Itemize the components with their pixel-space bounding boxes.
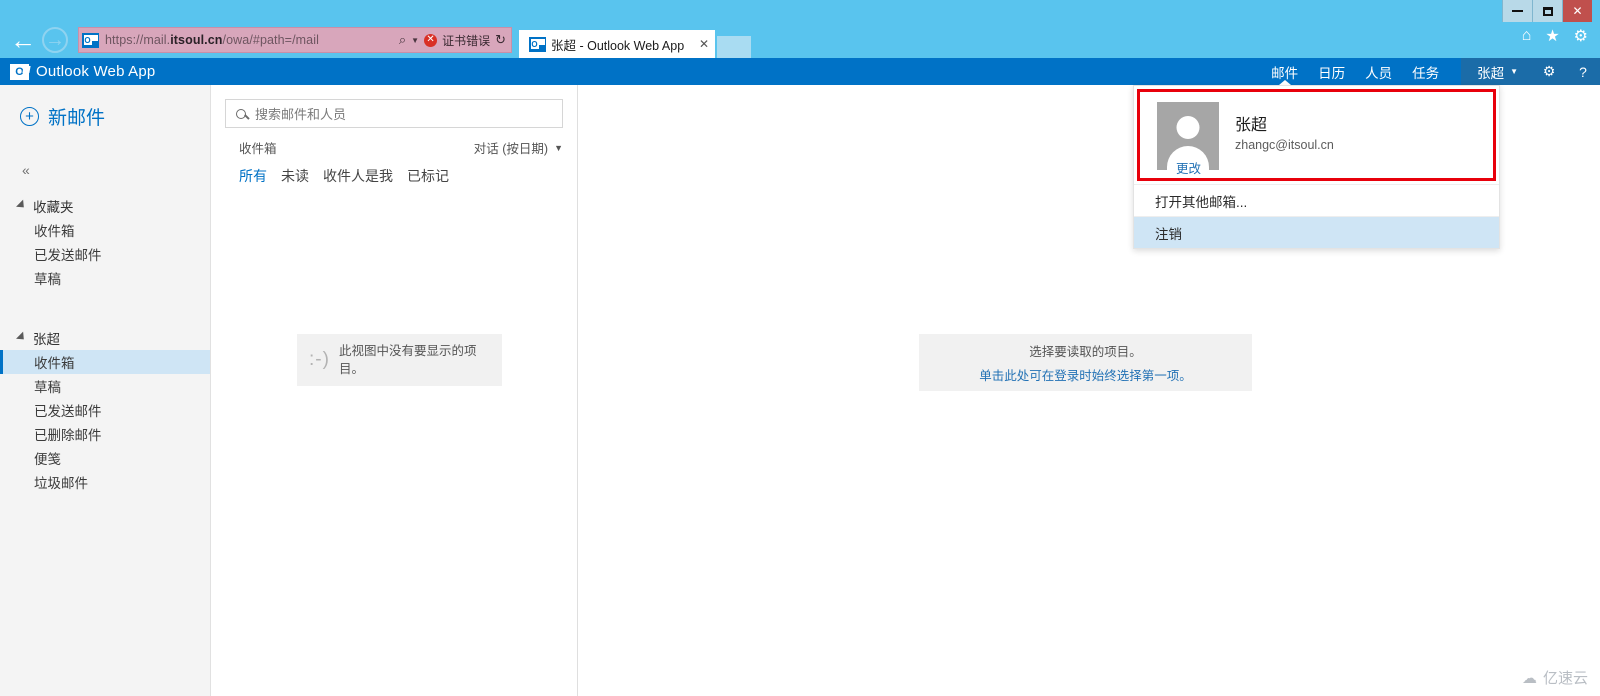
- account-dropdown-panel: 张超 zhangc@itsoul.cn 更改 打开其他邮箱... 注销: [1133, 85, 1500, 249]
- new-mail-label: 新邮件: [48, 108, 106, 129]
- outlook-logo-icon: O: [10, 63, 29, 80]
- favorites-icon[interactable]: ★: [1545, 26, 1559, 46]
- browser-chrome: ✕ ← → O https://mail.itsoul.cn/owa/#path…: [0, 0, 1600, 58]
- browser-settings-icon[interactable]: ⚙: [1574, 26, 1588, 46]
- folder-group-favorites: 收藏夹 收件箱 已发送邮件 草稿: [0, 194, 210, 290]
- sign-out-item[interactable]: 注销: [1134, 216, 1499, 248]
- sidebar-item-inbox[interactable]: 收件箱: [0, 350, 210, 374]
- back-button[interactable]: ←: [6, 23, 40, 57]
- sort-control[interactable]: 对话 (按日期) ▼: [474, 138, 563, 157]
- settings-gear-icon[interactable]: ⚙: [1532, 58, 1566, 85]
- avatar-head-shape: [1176, 116, 1200, 139]
- account-card-wrapper: 张超 zhangc@itsoul.cn 更改: [1134, 86, 1499, 184]
- tab-title: 张超 - Outlook Web App: [551, 38, 685, 53]
- collapse-sidebar-icon[interactable]: «: [22, 162, 210, 178]
- account-email: zhangc@itsoul.cn: [1235, 138, 1334, 152]
- cloud-icon: ☁: [1521, 669, 1537, 687]
- reading-pane-empty: 选择要读取的项目。 单击此处可在登录时始终选择第一项。: [919, 334, 1252, 391]
- address-bar[interactable]: O https://mail.itsoul.cn/owa/#path=/mail…: [78, 27, 512, 53]
- account-name: 张超: [1235, 117, 1268, 134]
- account-meta: 张超 zhangc@itsoul.cn: [1235, 102, 1334, 152]
- window-close-button[interactable]: ✕: [1562, 0, 1592, 22]
- outlook-favicon-icon: O: [82, 32, 99, 48]
- sidebar-item-drafts[interactable]: 草稿: [0, 374, 210, 398]
- reload-icon[interactable]: ↻: [495, 32, 506, 48]
- folder-group-title: 张超: [33, 332, 60, 347]
- filter-flagged[interactable]: 已标记: [407, 166, 449, 186]
- window-maximize-button[interactable]: [1532, 0, 1562, 22]
- watermark-text: 亿速云: [1542, 670, 1588, 687]
- filter-unread[interactable]: 未读: [281, 166, 309, 186]
- sidebar-item-favorites-drafts[interactable]: 草稿: [0, 266, 210, 290]
- sidebar-item-favorites-sent[interactable]: 已发送邮件: [0, 242, 210, 266]
- certificate-error-label[interactable]: 证书错误: [442, 32, 490, 49]
- forward-button[interactable]: →: [42, 27, 68, 53]
- sort-label: 对话 (按日期): [473, 142, 549, 156]
- filter-tabs: 所有 未读 收件人是我 已标记: [211, 157, 577, 186]
- empty-list-message: :-) 此视图中没有要显示的项目。: [297, 334, 502, 386]
- folder-group-mailbox: 张超 收件箱 草稿 已发送邮件 已删除邮件 便笺 垃圾邮件: [0, 326, 210, 494]
- tab-favicon-icon: O: [529, 36, 546, 52]
- new-tab-button[interactable]: [717, 36, 751, 58]
- current-folder-label: 收件箱: [239, 142, 277, 156]
- browser-toolbar-icons: ⌂ ★ ⚙: [1522, 26, 1588, 46]
- window-minimize-button[interactable]: [1502, 0, 1532, 22]
- account-menu-button[interactable]: 张超 ▼: [1461, 58, 1532, 85]
- sidebar: + 新邮件 « 收藏夹 收件箱 已发送邮件 草稿 张超 收件箱 草稿 已发送邮件…: [0, 85, 211, 696]
- sidebar-item-notes[interactable]: 便笺: [0, 446, 210, 470]
- nav-item-mail[interactable]: 邮件: [1261, 58, 1308, 85]
- help-icon[interactable]: ?: [1566, 58, 1600, 85]
- browser-navigation-bar: ← → O https://mail.itsoul.cn/owa/#path=/…: [0, 22, 1600, 58]
- nav-item-tasks[interactable]: 任务: [1402, 58, 1449, 85]
- sidebar-item-junk[interactable]: 垃圾邮件: [0, 470, 210, 494]
- watermark: ☁ 亿速云: [1522, 667, 1588, 688]
- folder-group-header[interactable]: 张超: [0, 326, 210, 350]
- search-icon[interactable]: ⌕: [399, 32, 406, 48]
- app-title: Outlook Web App: [36, 63, 156, 80]
- address-bar-url: https://mail.itsoul.cn/owa/#path=/mail: [105, 33, 319, 47]
- address-bar-tools: ⌕ ▼ ✕ 证书错误 ↻: [399, 32, 511, 49]
- search-input[interactable]: 搜索邮件和人员: [225, 99, 563, 128]
- folder-group-title: 收藏夹: [33, 200, 74, 215]
- account-menu-name: 张超: [1477, 65, 1505, 81]
- plus-icon: +: [20, 107, 39, 126]
- home-icon[interactable]: ⌂: [1522, 27, 1532, 45]
- app-body: + 新邮件 « 收藏夹 收件箱 已发送邮件 草稿 张超 收件箱 草稿 已发送邮件…: [0, 85, 1600, 696]
- open-other-mailbox-item[interactable]: 打开其他邮箱...: [1134, 184, 1499, 216]
- reading-pane-autoselect-link[interactable]: 单击此处可在登录时始终选择第一项。: [979, 365, 1192, 384]
- chevron-expanded-icon: [16, 331, 28, 343]
- browser-tab[interactable]: O 张超 - Outlook Web App ✕: [519, 30, 715, 58]
- message-list-pane: 搜索邮件和人员 收件箱 对话 (按日期) ▼ 所有 未读 收件人是我 已标记 :…: [211, 85, 578, 696]
- sidebar-item-favorites-inbox[interactable]: 收件箱: [0, 218, 210, 242]
- search-placeholder: 搜索邮件和人员: [255, 107, 347, 122]
- nav-item-calendar[interactable]: 日历: [1308, 58, 1355, 85]
- account-card: 张超 zhangc@itsoul.cn 更改: [1137, 89, 1496, 181]
- owa-logo[interactable]: O Outlook Web App: [10, 63, 155, 80]
- chevron-down-icon: ▼: [554, 142, 563, 153]
- search-icon: [236, 108, 246, 119]
- sidebar-item-sent[interactable]: 已发送邮件: [0, 398, 210, 422]
- tab-close-icon[interactable]: ✕: [687, 37, 709, 51]
- new-mail-button[interactable]: + 新邮件: [0, 85, 210, 130]
- change-photo-link[interactable]: 更改: [1176, 158, 1201, 177]
- filter-all[interactable]: 所有: [239, 166, 267, 186]
- sidebar-item-deleted[interactable]: 已删除邮件: [0, 422, 210, 446]
- certificate-error-icon[interactable]: ✕: [424, 33, 438, 47]
- sad-face-icon: :-): [309, 349, 330, 370]
- chevron-down-icon: ▼: [1510, 67, 1518, 76]
- owa-header: O Outlook Web App 邮件 日历 人员 任务 张超 ▼ ⚙ ?: [0, 58, 1600, 85]
- filter-to-me[interactable]: 收件人是我: [323, 166, 393, 186]
- owa-main-nav: 邮件 日历 人员 任务 张超 ▼ ⚙ ?: [1261, 58, 1600, 85]
- window-controls: ✕: [1502, 0, 1592, 22]
- nav-item-people[interactable]: 人员: [1355, 58, 1402, 85]
- chevron-down-icon[interactable]: ▼: [411, 36, 419, 45]
- chevron-expanded-icon: [16, 199, 28, 211]
- list-subheader: 收件箱 对话 (按日期) ▼: [211, 128, 577, 157]
- folder-group-header[interactable]: 收藏夹: [0, 194, 210, 218]
- reading-pane-hint: 选择要读取的项目。: [1029, 345, 1142, 359]
- empty-list-text: 此视图中没有要显示的项目。: [338, 343, 477, 376]
